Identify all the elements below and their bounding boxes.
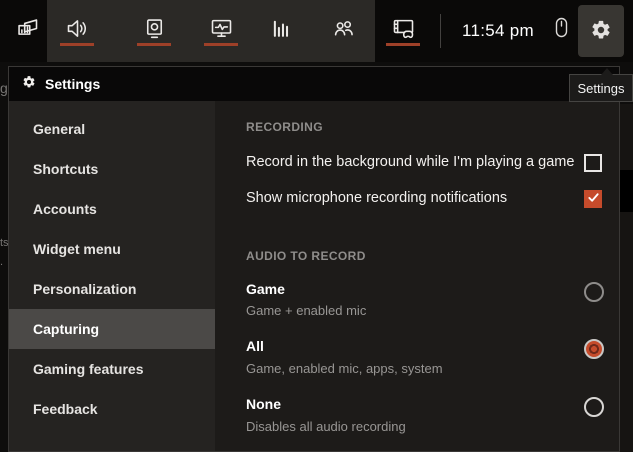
settings-tooltip: Settings [569, 68, 633, 102]
sidebar-item-shortcuts[interactable]: Shortcuts [9, 149, 215, 189]
sidebar-item-gaming-features[interactable]: Gaming features [9, 349, 215, 389]
settings-sidebar: General Shortcuts Accounts Widget menu P… [9, 101, 215, 451]
gallery-icon [390, 15, 417, 45]
audio-option-all-description: Game, enabled mic, apps, system [246, 361, 443, 376]
mouse-icon [549, 16, 573, 45]
toolbar-divider [440, 14, 441, 48]
record-background-label: Record in the background while I'm playi… [246, 154, 575, 170]
settings-window-body: General Shortcuts Accounts Widget menu P… [9, 101, 619, 451]
sidebar-item-accounts[interactable]: Accounts [9, 189, 215, 229]
performance-icon [208, 15, 235, 45]
active-widget-underline [60, 43, 94, 46]
mouse-button[interactable] [543, 6, 579, 54]
sidebar-item-personalization[interactable]: Personalization [9, 269, 215, 309]
looking-for-group-icon [330, 15, 357, 45]
settings-button[interactable] [578, 5, 624, 57]
sidebar-item-capturing[interactable]: Capturing [9, 309, 215, 349]
capture-icon [141, 15, 168, 45]
mic-notifications-label: Show microphone recording notifications [246, 190, 508, 206]
audio-option-game-description: Game + enabled mic [246, 303, 367, 318]
active-widget-underline [204, 43, 238, 46]
audio-option-none-radio[interactable] [584, 397, 604, 417]
game-bar-toolbar: 11:54 pm [0, 0, 633, 62]
sidebar-item-general[interactable]: General [9, 109, 215, 149]
capture-widget-button[interactable] [132, 6, 176, 54]
settings-window-header: Settings [9, 67, 619, 101]
gear-icon [590, 19, 612, 44]
active-widget-underline [386, 43, 420, 46]
background-window-fragment [620, 170, 633, 212]
sidebar-item-feedback[interactable]: Feedback [9, 389, 215, 429]
gear-icon [22, 75, 36, 94]
game-bar-screen: g ts . 11:54 pm Settings General Shortcu… [0, 0, 633, 452]
mic-notifications-checkbox[interactable] [584, 190, 602, 208]
resources-icon [267, 15, 294, 45]
audio-option-all-label: All [246, 338, 264, 354]
background-strip [620, 104, 633, 452]
settings-window: Settings General Shortcuts Accounts Widg… [8, 66, 620, 452]
audio-to-record-section-heading: AUDIO TO RECORD [246, 249, 366, 263]
active-widget-underline [137, 43, 171, 46]
widget-menu-icon [14, 15, 41, 45]
background-text-fragment: . [0, 256, 4, 268]
capturing-settings-content: RECORDING Record in the background while… [215, 101, 619, 451]
clock: 11:54 pm [461, 21, 535, 40]
looking-for-group-button[interactable] [321, 6, 365, 54]
audio-icon [64, 15, 91, 45]
audio-option-none-description: Disables all audio recording [246, 419, 406, 434]
background-text-fragment: g [0, 80, 8, 96]
audio-option-none-label: None [246, 396, 281, 412]
sidebar-item-widget-menu[interactable]: Widget menu [9, 229, 215, 269]
audio-option-all-radio[interactable] [584, 339, 604, 359]
gallery-widget-button[interactable] [381, 6, 425, 54]
audio-option-game-label: Game [246, 281, 285, 297]
performance-widget-button[interactable] [199, 6, 243, 54]
checkmark-icon [587, 191, 600, 207]
widget-menu-button[interactable] [5, 6, 49, 54]
audio-widget-button[interactable] [55, 6, 99, 54]
resources-widget-button[interactable] [258, 6, 302, 54]
record-background-checkbox[interactable] [584, 154, 602, 172]
audio-option-game-radio[interactable] [584, 282, 604, 302]
recording-section-heading: RECORDING [246, 120, 323, 134]
window-title: Settings [45, 76, 101, 92]
